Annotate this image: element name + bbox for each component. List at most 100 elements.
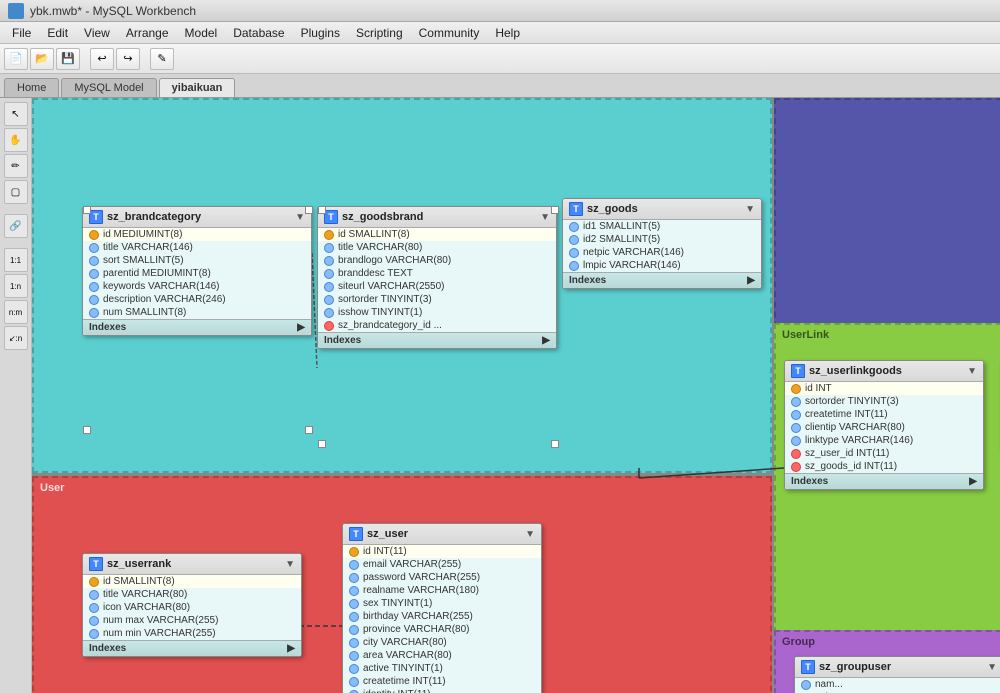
table-body: nam... valu...: [795, 678, 1000, 693]
menu-item-arrange[interactable]: Arrange: [118, 24, 177, 42]
expand-btn[interactable]: ▼: [295, 212, 305, 223]
resize-handle[interactable]: [318, 206, 326, 214]
new-btn[interactable]: 📄: [4, 48, 28, 70]
menu-item-scripting[interactable]: Scripting: [348, 24, 411, 42]
field-icon: [791, 423, 801, 433]
field-icon: [89, 269, 99, 279]
field-icon: [791, 436, 801, 446]
resize-handle[interactable]: [83, 206, 91, 214]
resize-handle[interactable]: [318, 440, 326, 448]
table-header-sz_user[interactable]: T sz_user ▼: [343, 524, 541, 545]
footer-arrow: ▶: [297, 322, 305, 333]
11-tool[interactable]: 1:1: [4, 248, 28, 272]
expand-btn[interactable]: ▼: [540, 212, 550, 223]
nn-tool[interactable]: ↙:n: [4, 326, 28, 350]
menu-item-file[interactable]: File: [4, 24, 39, 42]
footer-arrow: ▶: [542, 335, 550, 346]
table-header-sz_goodsbrand[interactable]: T sz_goodsbrand ▼: [318, 207, 556, 228]
resize-handle[interactable]: [305, 206, 313, 214]
pencil-tool[interactable]: ✏: [4, 154, 28, 178]
tab-yibaikuan[interactable]: yibaikuan: [159, 78, 236, 97]
field-icon: [89, 616, 99, 626]
table-footer-sz_userrank[interactable]: Indexes ▶: [83, 640, 301, 656]
table-header-sz_groupuser[interactable]: T sz_groupuser ▼: [795, 657, 1000, 678]
edit-btn[interactable]: ✎: [150, 48, 174, 70]
table-row: linktype VARCHAR(146): [785, 434, 983, 447]
rect-tool[interactable]: ▢: [4, 180, 28, 204]
field-icon: [349, 677, 359, 687]
table-body: id MEDIUMINT(8) title VARCHAR(146) sort …: [83, 228, 311, 319]
table-footer-sz_goods[interactable]: Indexes ▶: [563, 272, 761, 288]
table-name: sz_user: [367, 528, 408, 540]
menu-item-community[interactable]: Community: [411, 24, 488, 42]
table-sz_brandcategory[interactable]: T sz_brandcategory ▼ id MEDIUMINT(8) tit…: [82, 206, 312, 336]
expand-btn[interactable]: ▼: [745, 204, 755, 215]
hand-tool[interactable]: ✋: [4, 128, 28, 152]
table-row: title VARCHAR(146): [83, 241, 311, 254]
1n-tool[interactable]: 1:n: [4, 274, 28, 298]
table-row: id SMALLINT(8): [318, 228, 556, 241]
field-icon: [89, 282, 99, 292]
table-row: keywords VARCHAR(146): [83, 280, 311, 293]
table-body: id INT sortorder TINYINT(3) createtime I…: [785, 382, 983, 473]
undo-btn[interactable]: ↩: [90, 48, 114, 70]
field-icon: [89, 603, 99, 613]
link-tool[interactable]: 🔗: [4, 214, 28, 238]
expand-btn[interactable]: ▼: [987, 662, 997, 673]
field-icon: [349, 599, 359, 609]
resize-handle[interactable]: [83, 426, 91, 434]
table-row: province VARCHAR(80): [343, 623, 541, 636]
canvas[interactable]: User UserLink Group T: [32, 98, 1000, 693]
menu-item-database[interactable]: Database: [225, 24, 292, 42]
pk-icon: [89, 577, 99, 587]
table-name: sz_userlinkgoods: [809, 365, 902, 377]
table-row: sort SMALLINT(5): [83, 254, 311, 267]
expand-btn[interactable]: ▼: [285, 559, 295, 570]
menu-item-view[interactable]: View: [76, 24, 118, 42]
table-icon: T: [569, 202, 583, 216]
field-icon: [791, 410, 801, 420]
resize-handle[interactable]: [551, 206, 559, 214]
menu-item-help[interactable]: Help: [487, 24, 528, 42]
user-region-label: User: [40, 482, 64, 494]
field-icon: [349, 573, 359, 583]
table-sz_userlinkgoods[interactable]: T sz_userlinkgoods ▼ id INT sortorder TI…: [784, 360, 984, 490]
table-icon: T: [801, 660, 815, 674]
menu-item-plugins[interactable]: Plugins: [293, 24, 348, 42]
menu-item-model[interactable]: Model: [177, 24, 226, 42]
nm-tool[interactable]: n:m: [4, 300, 28, 324]
table-sz_goods[interactable]: T sz_goods ▼ id1 SMALLINT(5) id2 SMALLIN…: [562, 198, 762, 289]
table-footer-sz_goodsbrand[interactable]: Indexes ▶: [318, 332, 556, 348]
save-btn[interactable]: 💾: [56, 48, 80, 70]
table-row: num min VARCHAR(255): [83, 627, 301, 640]
open-btn[interactable]: 📂: [30, 48, 54, 70]
table-icon: T: [324, 210, 338, 224]
table-sz_userrank[interactable]: T sz_userrank ▼ id SMALLINT(8) title VAR…: [82, 553, 302, 657]
table-row: sex TINYINT(1): [343, 597, 541, 610]
table-header-sz_brandcategory[interactable]: T sz_brandcategory ▼: [83, 207, 311, 228]
resize-handle[interactable]: [305, 426, 313, 434]
table-header-sz_userlinkgoods[interactable]: T sz_userlinkgoods ▼: [785, 361, 983, 382]
resize-handle[interactable]: [551, 440, 559, 448]
expand-btn[interactable]: ▼: [525, 529, 535, 540]
tab-home[interactable]: Home: [4, 78, 59, 97]
table-header-sz_goods[interactable]: T sz_goods ▼: [563, 199, 761, 220]
menu-item-edit[interactable]: Edit: [39, 24, 76, 42]
table-sz_groupuser[interactable]: T sz_groupuser ▼ nam... valu...: [794, 656, 1000, 693]
field-icon: [349, 625, 359, 635]
table-footer-sz_brandcategory[interactable]: Indexes ▶: [83, 319, 311, 335]
field-icon: [89, 243, 99, 253]
table-row: createtime INT(11): [343, 675, 541, 688]
expand-btn[interactable]: ▼: [967, 366, 977, 377]
table-footer-sz_userlinkgoods[interactable]: Indexes ▶: [785, 473, 983, 489]
table-sz_user[interactable]: T sz_user ▼ id INT(11) email VARCHAR(255…: [342, 523, 542, 693]
field-icon: [349, 651, 359, 661]
redo-btn[interactable]: ↪: [116, 48, 140, 70]
select-tool[interactable]: ↖: [4, 102, 28, 126]
tab-mysql-model[interactable]: MySQL Model: [61, 78, 156, 97]
table-row: password VARCHAR(255): [343, 571, 541, 584]
table-sz_goodsbrand[interactable]: T sz_goodsbrand ▼ id SMALLINT(8) title V…: [317, 206, 557, 349]
tabs: HomeMySQL Modelyibaikuan: [0, 74, 1000, 98]
table-header-sz_userrank[interactable]: T sz_userrank ▼: [83, 554, 301, 575]
fk-icon: [791, 449, 801, 459]
